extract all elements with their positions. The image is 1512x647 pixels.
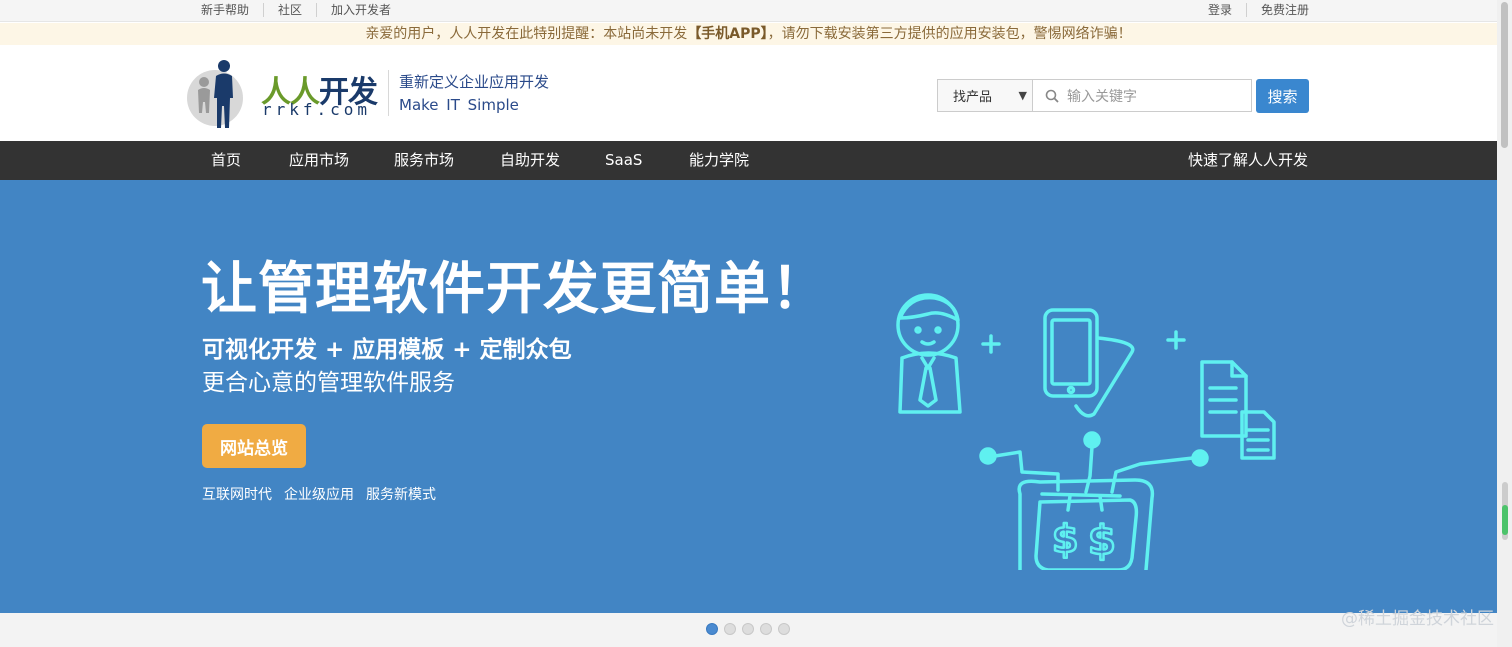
carousel-dots: [706, 623, 790, 635]
nav-item-home[interactable]: 首页: [211, 141, 241, 180]
register-link[interactable]: 免费注册: [1245, 3, 1309, 17]
nav-item-self-dev[interactable]: 自助开发: [500, 141, 560, 180]
join-developer-link[interactable]: 加入开发者: [316, 3, 405, 17]
nav-item-academy[interactable]: 能力学院: [689, 141, 749, 180]
svg-text:$: $: [1088, 518, 1116, 564]
logo-divider: [388, 70, 389, 116]
search-input[interactable]: 输入关键字: [1032, 79, 1252, 112]
site-header: 人人开发 rrkf.com 重新定义企业应用开发 Make IT Simple …: [0, 45, 1497, 141]
help-link[interactable]: 新手帮助: [201, 3, 263, 17]
search-button[interactable]: 搜索: [1256, 79, 1309, 113]
topbar-right-links: 登录 免费注册: [1208, 3, 1309, 17]
notice-highlight: 【手机APP】: [687, 26, 768, 42]
search-category-value: 找产品: [953, 90, 993, 105]
nav-item-app-market[interactable]: 应用市场: [289, 141, 349, 180]
scrollbar-thumb[interactable]: [1501, 2, 1508, 148]
main-nav: 首页 应用市场 服务市场 自助开发 SaaS 能力学院 快速了解人人开发: [0, 141, 1497, 180]
search-placeholder: 输入关键字: [1067, 88, 1137, 105]
carousel-dot-3[interactable]: [742, 623, 754, 635]
login-link[interactable]: 登录: [1208, 3, 1232, 17]
watermark: @稀土掘金技术社区: [1341, 609, 1494, 629]
person-icon: [896, 293, 962, 414]
connection-lines-icon: [979, 431, 1209, 512]
hero-tag: 企业级应用: [284, 487, 354, 503]
phone-icon: [1043, 308, 1135, 418]
hero-subtitle-1: 可视化开发 + 应用模板 + 定制众包: [202, 337, 572, 363]
carousel-dot-5[interactable]: [778, 623, 790, 635]
plus-icon: [981, 330, 1186, 354]
svg-text:$: $: [1052, 517, 1078, 561]
nav-item-quick-intro[interactable]: 快速了解人人开发: [1188, 141, 1308, 180]
chevron-down-icon: ▼: [1018, 89, 1027, 102]
topbar-left-links: 新手帮助 社区 加入开发者: [201, 3, 405, 17]
hero-tag: 互联网时代: [202, 487, 272, 503]
document-icon: [1200, 360, 1276, 460]
carousel-dot-2[interactable]: [724, 623, 736, 635]
page-scrollbar[interactable]: [1497, 0, 1512, 647]
hero-title: 让管理软件开发更简单！: [201, 257, 828, 322]
site-overview-button[interactable]: 网站总览: [202, 424, 306, 468]
logo-icon[interactable]: [187, 58, 247, 130]
notice-suffix: ，请勿下载安装第三方提供的应用安装包，警惕网络诈骗！: [767, 26, 1132, 42]
scroll-marker-green: [1502, 505, 1508, 535]
hero-illustration: $ $: [896, 293, 1276, 570]
top-utility-bar: 新手帮助 社区 加入开发者 登录 免费注册: [0, 0, 1497, 22]
slogan-en: Make IT Simple: [399, 96, 519, 114]
hero-banner[interactable]: 让管理软件开发更简单！ 可视化开发 + 应用模板 + 定制众包 更合心意的管理软…: [0, 180, 1497, 613]
hero-tag: 服务新模式: [366, 487, 436, 503]
hero-subtitle-2: 更合心意的管理软件服务: [202, 370, 455, 396]
hero-tags: 互联网时代 企业级应用 服务新模式: [202, 484, 436, 504]
notice-prefix: 亲爱的用户，人人开发在此特别提醒：本站尚未开发: [365, 26, 688, 42]
carousel-dot-1[interactable]: [706, 623, 718, 635]
slogan-cn: 重新定义企业应用开发: [399, 73, 550, 91]
search-icon: [1045, 89, 1059, 103]
carousel-dot-4[interactable]: [760, 623, 772, 635]
nav-item-saas[interactable]: SaaS: [605, 141, 642, 180]
logo-text-en: rrkf.com: [262, 100, 372, 119]
search-category-select[interactable]: 找产品 ▼: [937, 79, 1033, 112]
nav-item-service-market[interactable]: 服务市场: [394, 141, 454, 180]
notice-banner: 亲爱的用户，人人开发在此特别提醒：本站尚未开发【手机APP】，请勿下载安装第三方…: [0, 23, 1497, 45]
carousel-indicator-bar: [0, 613, 1497, 647]
community-link[interactable]: 社区: [263, 3, 316, 17]
